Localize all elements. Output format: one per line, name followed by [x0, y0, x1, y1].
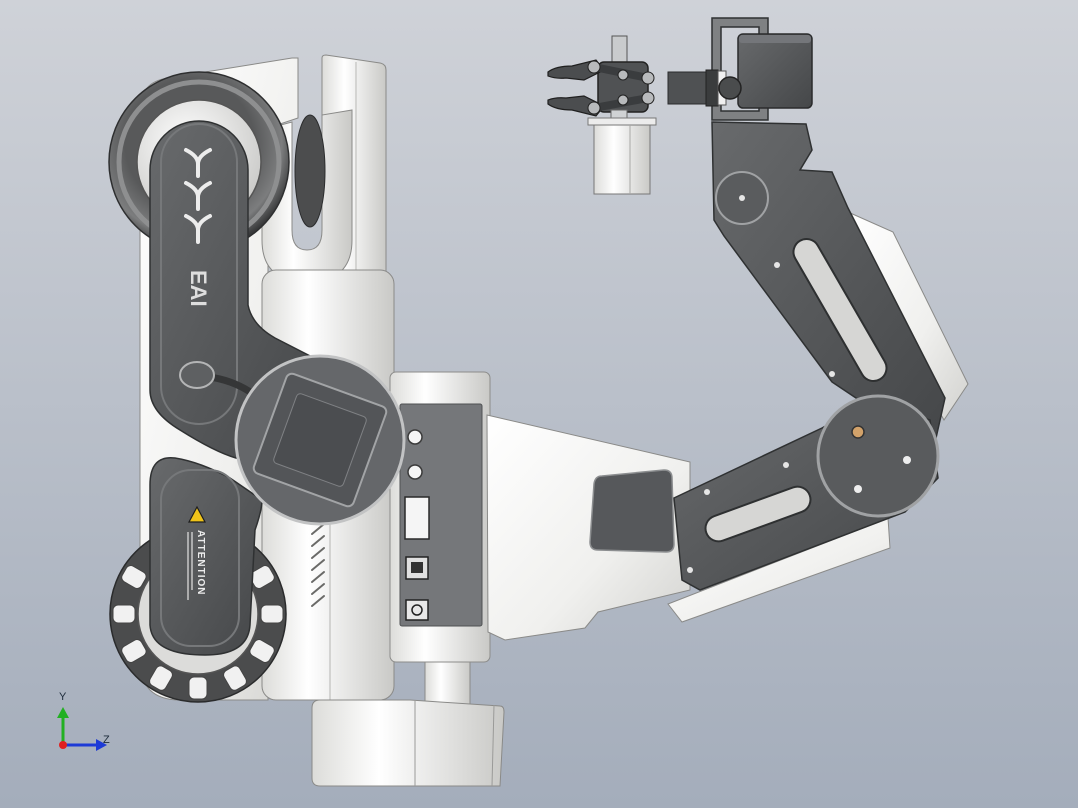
elbow-disc[interactable]: [816, 394, 940, 518]
pneumatic-cylinder[interactable]: [587, 109, 657, 195]
gripper-pivot: [641, 91, 655, 105]
link-screw: [687, 567, 693, 573]
cylinder-flange: [587, 117, 657, 126]
cylinder-body[interactable]: [593, 123, 651, 195]
tread-segment: [188, 676, 208, 700]
cad-graphics-viewport[interactable]: EAI ATTENTION Y Z: [0, 0, 1078, 808]
coupler-collar: [705, 69, 719, 107]
panel-button-1[interactable]: [407, 429, 423, 445]
elbow-pivot: [851, 425, 865, 439]
link-screw: [783, 462, 789, 468]
robot-model[interactable]: EAI ATTENTION: [108, 17, 969, 787]
tread-segment: [260, 604, 284, 624]
usb-port-icon: [411, 562, 423, 573]
joint-screw: [739, 195, 745, 201]
gripper[interactable]: [547, 35, 655, 117]
link-screw: [829, 371, 835, 377]
x-axis-point-icon[interactable]: [59, 741, 67, 749]
gripper-top-post: [611, 35, 628, 65]
panel-display-slot[interactable]: [404, 496, 430, 540]
cable-port: [179, 361, 215, 389]
servo-body[interactable]: [737, 33, 813, 109]
elbow-joint[interactable]: [816, 394, 940, 518]
y-axis-arrowhead-icon[interactable]: [57, 707, 69, 718]
wrist-servo[interactable]: [667, 17, 813, 121]
y-axis-label: Y: [59, 691, 67, 703]
elbow-screw: [903, 456, 911, 464]
chassis-neck[interactable]: [424, 659, 471, 707]
shoulder-access-plate[interactable]: [589, 469, 675, 553]
servo-top-face: [739, 35, 811, 43]
control-panel[interactable]: [389, 371, 491, 663]
shoulder-housing[interactable]: [486, 414, 691, 641]
gripper-pivot: [587, 60, 601, 74]
warning-label-text: ATTENTION: [195, 530, 206, 595]
reference-triad[interactable]: Y Z: [57, 691, 110, 751]
brand-logo-text: EAI: [186, 270, 211, 307]
servo-horn[interactable]: [718, 76, 742, 100]
wrist-coupler[interactable]: [667, 71, 711, 105]
model-canvas[interactable]: EAI ATTENTION Y Z: [0, 0, 1078, 808]
gripper-pivot: [617, 94, 629, 106]
caster-wheel[interactable]: [294, 114, 326, 228]
gripper-pivot: [587, 101, 601, 115]
tread-segment: [112, 604, 136, 624]
drive-motor[interactable]: [234, 354, 406, 526]
z-axis-label: Z: [103, 734, 110, 746]
elbow-screw: [854, 485, 862, 493]
link-screw: [774, 262, 780, 268]
power-switch[interactable]: [405, 599, 429, 621]
gripper-pivot: [617, 69, 629, 81]
upper-arm-link[interactable]: [711, 121, 969, 439]
base-block[interactable]: [311, 699, 505, 787]
panel-button-2[interactable]: [407, 464, 423, 480]
gripper-pivot: [641, 71, 655, 85]
link-screw: [704, 489, 710, 495]
